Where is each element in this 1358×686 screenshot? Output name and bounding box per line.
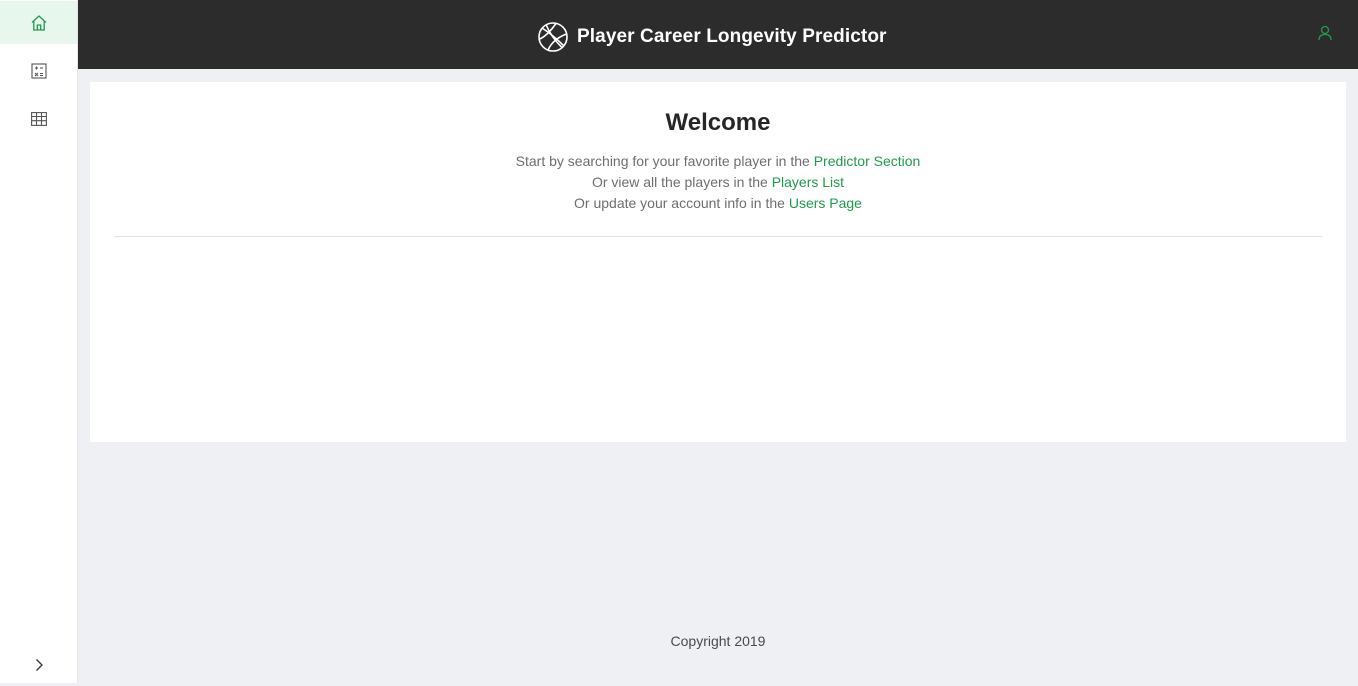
basketball-icon: [537, 21, 569, 53]
players-list-link[interactable]: Players List: [772, 174, 844, 190]
welcome-line-users: Or update your account info in the Users…: [90, 195, 1346, 211]
home-icon: [30, 14, 48, 32]
header-bar: Player Career Longevity Predictor: [78, 0, 1358, 69]
app-title: Player Career Longevity Predictor: [577, 26, 887, 47]
table-icon: [30, 111, 47, 126]
divider: [114, 236, 1323, 237]
users-page-link[interactable]: Users Page: [789, 195, 862, 211]
sidebar-item-predictor[interactable]: [0, 49, 77, 92]
welcome-text: Or view all the players in the: [591, 174, 772, 190]
page-title: Welcome: [665, 109, 771, 136]
sidebar: [0, 0, 78, 683]
predictor-section-link[interactable]: Predictor Section: [814, 153, 921, 169]
brand[interactable]: Player Career Longevity Predictor: [537, 21, 887, 53]
sidebar-item-home[interactable]: [0, 1, 77, 44]
user-icon: [1318, 25, 1332, 45]
chevron-right-icon: [34, 658, 44, 672]
welcome-line-players: Or view all the players in the Players L…: [90, 174, 1346, 190]
user-menu-button[interactable]: [1318, 25, 1334, 43]
sidebar-item-players[interactable]: [0, 97, 77, 140]
calculator-icon: [30, 62, 47, 79]
welcome-card: Welcome Start by searching for your favo…: [90, 82, 1346, 442]
sidebar-expand-button[interactable]: [0, 643, 77, 686]
welcome-line-predictor: Start by searching for your favorite pla…: [90, 153, 1346, 169]
welcome-text: Start by searching for your favorite pla…: [515, 153, 814, 169]
welcome-text: Or update your account info in the: [574, 195, 789, 211]
footer-copyright: Copyright 2019: [670, 633, 766, 649]
